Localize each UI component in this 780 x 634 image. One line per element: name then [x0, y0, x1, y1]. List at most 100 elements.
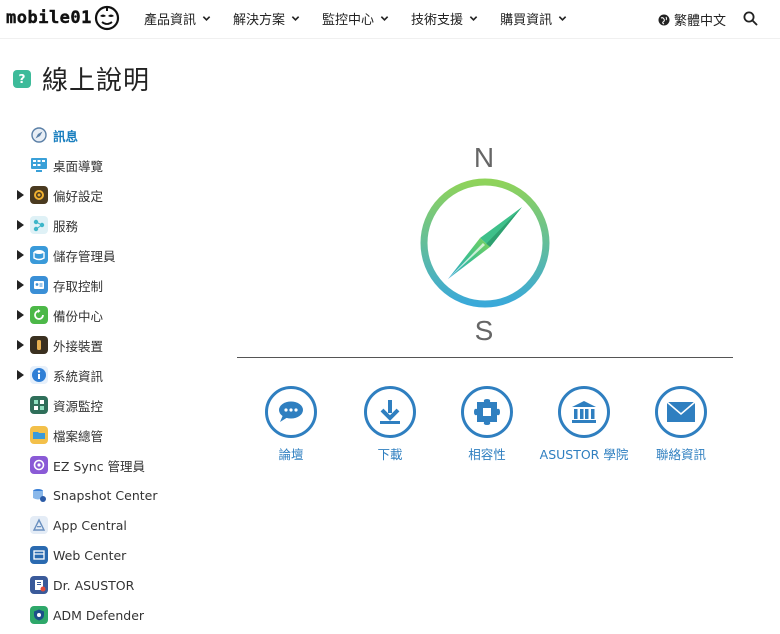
- sidebar-item-dr-asustor[interactable]: Dr. ASUSTOR: [0, 570, 230, 600]
- ezsync-icon: [30, 456, 48, 474]
- access-icon: [30, 276, 48, 294]
- sidebar-item-label: 存取控制: [53, 278, 104, 294]
- link-academy[interactable]: ASUSTOR 學院: [534, 386, 634, 466]
- link-forum-label: 論壇: [278, 447, 304, 462]
- sidebar-item-label: EZ Sync 管理員: [53, 458, 146, 474]
- sidebar-item-backup-center[interactable]: 備份中心: [0, 300, 230, 330]
- desktop-icon: [30, 156, 48, 174]
- sidebar-item-label: 檔案總管: [53, 428, 104, 444]
- nav-solutions-label: 解決方案: [233, 12, 286, 28]
- info-icon: [30, 366, 48, 384]
- link-download[interactable]: 下載: [340, 386, 440, 466]
- usb-icon: [30, 336, 48, 354]
- nav-products[interactable]: 產品資訊: [144, 9, 211, 28]
- sidebar-item-storage-manager[interactable]: 儲存管理員: [0, 240, 230, 270]
- snapshot-icon: [30, 486, 48, 504]
- sidebar-item-label: 外接裝置: [53, 338, 104, 354]
- nav-purchase[interactable]: 購買資訊: [500, 9, 567, 28]
- link-download-label: 下載: [377, 447, 403, 462]
- chevron-down-icon: [469, 15, 478, 21]
- link-academy-label: ASUSTOR 學院: [539, 447, 629, 462]
- language-label: 繁體中文: [674, 14, 727, 29]
- nav-products-label: 產品資訊: [144, 12, 197, 28]
- storage-icon: [30, 246, 48, 264]
- academy-icon: [558, 386, 610, 438]
- chevron-down-icon: [558, 15, 567, 21]
- link-compatibility[interactable]: 相容性: [437, 386, 537, 466]
- compass-south-label: S: [475, 315, 494, 346]
- link-contact-label: 聯絡資訊: [655, 447, 706, 462]
- logo-text: mobile01: [6, 8, 92, 28]
- chevron-down-icon: [202, 15, 211, 21]
- sidebar-item-file-explorer[interactable]: 檔案總管: [0, 420, 230, 450]
- sidebar-item-label: 訊息: [53, 128, 79, 144]
- sidebar-item-label: 系統資訊: [53, 368, 104, 384]
- help-sidebar: 訊息 桌面導覽 偏好設定 服務 儲存管理員 存取控制 備份中心 外接裝置 系統資…: [0, 120, 230, 630]
- nav-surveillance[interactable]: 監控中心: [322, 9, 389, 28]
- sidebar-item-label: 儲存管理員: [53, 248, 116, 264]
- sidebar-item-snapshot-center[interactable]: Snapshot Center: [0, 480, 230, 510]
- sidebar-item-resource-monitor[interactable]: 資源監控: [0, 390, 230, 420]
- sidebar-item-label: 服務: [53, 218, 79, 234]
- download-icon: [364, 386, 416, 438]
- chevron-down-icon: [291, 15, 300, 21]
- monitor-icon: [30, 396, 48, 414]
- link-contact[interactable]: 聯絡資訊: [631, 386, 731, 466]
- sidebar-item-adm-defender[interactable]: ADM Defender: [0, 600, 230, 630]
- compass-north-label: N: [474, 142, 494, 173]
- sidebar-item-label: ADM Defender: [53, 607, 145, 623]
- forum-icon: [265, 386, 317, 438]
- expand-caret-icon[interactable]: [17, 280, 24, 290]
- sidebar-item-info[interactable]: 訊息: [0, 120, 230, 150]
- sidebar-item-desktop-tour[interactable]: 桌面導覽: [0, 150, 230, 180]
- nav-purchase-label: 購買資訊: [500, 12, 553, 28]
- expand-caret-icon[interactable]: [17, 370, 24, 380]
- nav-support-label: 技術支援: [411, 12, 464, 28]
- sidebar-item-external-devices[interactable]: 外接裝置: [0, 330, 230, 360]
- sidebar-item-services[interactable]: 服務: [0, 210, 230, 240]
- mail-icon: [655, 386, 707, 438]
- compass-illustration: N S: [420, 142, 550, 346]
- sidebar-item-label: 資源監控: [53, 398, 104, 414]
- compatibility-icon: [461, 386, 513, 438]
- site-logo[interactable]: mobile01: [6, 4, 120, 32]
- sidebar-item-label: Snapshot Center: [53, 487, 158, 503]
- app-central-icon: [30, 516, 48, 534]
- sidebar-item-ez-sync[interactable]: EZ Sync 管理員: [0, 450, 230, 480]
- main-nav: 產品資訊 解決方案 監控中心 技術支援 購買資訊: [144, 0, 589, 36]
- web-center-icon: [30, 546, 48, 564]
- sidebar-item-label: Web Center: [53, 547, 127, 563]
- sidebar-item-label: 偏好設定: [53, 188, 104, 204]
- globe-icon: [658, 14, 670, 25]
- sidebar-item-label: Dr. ASUSTOR: [53, 577, 135, 593]
- expand-caret-icon[interactable]: [17, 340, 24, 350]
- sidebar-item-label: 備份中心: [53, 308, 104, 324]
- search-icon[interactable]: [743, 11, 758, 26]
- expand-caret-icon[interactable]: [17, 220, 24, 230]
- sidebar-item-system-info[interactable]: 系統資訊: [0, 360, 230, 390]
- link-forum[interactable]: 論壇: [241, 386, 341, 466]
- sidebar-item-web-center[interactable]: Web Center: [0, 540, 230, 570]
- gear-icon: [30, 186, 48, 204]
- services-icon: [30, 216, 48, 234]
- nav-support[interactable]: 技術支援: [411, 9, 478, 28]
- expand-caret-icon[interactable]: [17, 190, 24, 200]
- folder-icon: [30, 426, 48, 444]
- section-divider: [237, 357, 733, 358]
- help-icon: ?: [13, 69, 31, 88]
- sidebar-item-preferences[interactable]: 偏好設定: [0, 180, 230, 210]
- expand-caret-icon[interactable]: [17, 250, 24, 260]
- expand-caret-icon[interactable]: [17, 310, 24, 320]
- top-navigation-bar: mobile01 產品資訊 解決方案 監控中心 技術支援 購買資訊 繁體中文: [0, 0, 780, 39]
- nav-solutions[interactable]: 解決方案: [233, 9, 300, 28]
- compass-icon: [30, 126, 48, 144]
- sidebar-item-app-central[interactable]: App Central: [0, 510, 230, 540]
- sidebar-item-label: 桌面導覽: [53, 158, 104, 174]
- nav-surveillance-label: 監控中心: [322, 12, 375, 28]
- language-selector[interactable]: 繁體中文: [658, 10, 726, 29]
- page-title: 線上說明: [42, 66, 151, 96]
- shield-icon: [30, 606, 48, 624]
- page-header: ? 線上說明: [13, 60, 150, 97]
- resource-links: 論壇 下載 相容性 ASUSTOR 學院 聯絡資訊: [236, 386, 736, 496]
- sidebar-item-access-control[interactable]: 存取控制: [0, 270, 230, 300]
